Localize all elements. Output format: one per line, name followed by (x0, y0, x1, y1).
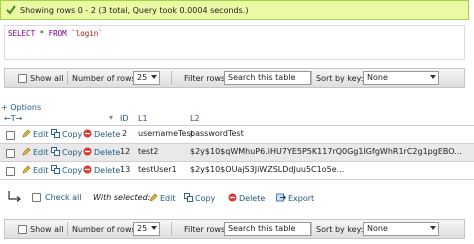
edit-link[interactable]: Edit (22, 165, 49, 176)
divider (311, 71, 312, 85)
sql-star: * (39, 29, 45, 38)
edit-link[interactable]: Edit (22, 129, 49, 140)
column-header-l2[interactable]: L2 (190, 114, 200, 123)
table-row: Edit Copy Delete 2 usernameTest password… (0, 126, 474, 143)
delete-link[interactable]: Delete (83, 165, 120, 176)
show-all-checkbox[interactable] (18, 225, 27, 234)
with-selected-label: With selected: (93, 193, 151, 202)
copy-icon (51, 129, 60, 140)
delete-icon (83, 129, 92, 140)
delete-icon (83, 165, 92, 176)
sort-by-key-label: Sort by key: (316, 225, 364, 234)
sort-by-key-select[interactable]: None (363, 71, 439, 85)
bulk-actions-bar: Check all With selected: Edit Copy Delet… (0, 186, 474, 208)
pencil-icon (22, 129, 31, 140)
row-checkbox[interactable] (6, 149, 15, 158)
sql-keyword-select: SELECT (8, 29, 36, 38)
edit-link[interactable]: Edit (22, 147, 49, 158)
number-of-rows-select[interactable]: 25 (133, 222, 160, 236)
copy-icon (51, 147, 60, 158)
filter-rows-input[interactable]: Search this table (224, 71, 311, 85)
filter-rows-label: Filter rows: (184, 225, 228, 234)
row-divider (0, 179, 474, 180)
cell-id: 12 (120, 147, 131, 156)
delete-icon (83, 147, 92, 158)
copy-link[interactable]: Copy (51, 147, 82, 158)
copy-icon (51, 165, 60, 176)
sql-query-box[interactable]: SELECT * FROM `login` (4, 25, 465, 60)
navigation-bar-bottom: Show all Number of rows: 25 Filter rows:… (4, 219, 465, 239)
cell-l2: $2y$10$OUajS3JiWZSLDdJuu5C1o5e... (190, 165, 345, 174)
divider (171, 71, 172, 85)
cell-l2: passwordTest (190, 129, 244, 138)
table-row: Edit Copy Delete 13 testUser1 $2y$10$OUa… (0, 162, 474, 179)
show-all-label: Show all (30, 225, 64, 234)
delete-link[interactable]: Delete (83, 147, 120, 158)
divider (171, 222, 172, 236)
show-all-checkbox[interactable] (18, 74, 27, 83)
chevron-down-icon (430, 226, 436, 230)
filter-rows-label: Filter rows: (184, 74, 228, 83)
table-row: Edit Copy Delete 12 test2 $2y$10$qWMhuP6… (0, 144, 474, 161)
checkmark-icon (5, 5, 16, 16)
sort-arrow-icon: ▾ (109, 113, 114, 122)
sql-table-name: `login` (71, 29, 103, 38)
column-header-id[interactable]: ID (120, 114, 129, 123)
divider (311, 222, 312, 236)
cell-l1: test2 (138, 147, 159, 156)
cell-l2: $2y$10$qWMhuP6.iHU7YE5P5K117rQ0Gg1IGfgWh… (190, 147, 462, 156)
check-all-label[interactable]: Check all (45, 193, 82, 202)
bulk-export-button[interactable]: Export (276, 193, 314, 204)
export-icon (276, 193, 287, 204)
cell-id: 2 (122, 129, 128, 138)
sort-by-key-select[interactable]: None (363, 222, 439, 236)
options-link[interactable]: + Options (1, 103, 41, 112)
cell-l1: usernameTest (138, 129, 194, 138)
cell-id: 13 (120, 165, 131, 174)
divider (67, 222, 68, 236)
copy-link[interactable]: Copy (51, 165, 82, 176)
row-checkbox[interactable] (6, 131, 15, 140)
chevron-down-icon (151, 226, 157, 230)
success-banner: Showing rows 0 - 2 (3 total, Query took … (0, 0, 469, 20)
copy-link[interactable]: Copy (51, 129, 82, 140)
check-all-arrow-icon (8, 190, 22, 204)
pencil-icon (149, 193, 158, 204)
number-of-rows-label: Number of rows: (72, 225, 139, 234)
pencil-icon (22, 147, 31, 158)
cell-l1: testUser1 (138, 165, 177, 174)
copy-icon (184, 193, 193, 204)
column-arrows[interactable]: ←T→ (4, 114, 22, 123)
check-all-checkbox[interactable] (32, 193, 41, 202)
sql-keyword-from: FROM (48, 29, 67, 38)
chevron-down-icon (151, 75, 157, 79)
navigation-bar-top: Show all Number of rows: 25 Filter rows:… (4, 68, 465, 88)
table-header: ←T→ ▾ ID L1 L2 (0, 112, 474, 125)
delete-link[interactable]: Delete (83, 129, 120, 140)
number-of-rows-label: Number of rows: (72, 74, 139, 83)
chevron-down-icon (430, 75, 436, 79)
row-checkbox[interactable] (6, 167, 15, 176)
pencil-icon (22, 165, 31, 176)
number-of-rows-select[interactable]: 25 (133, 71, 160, 85)
bulk-edit-button[interactable]: Edit (149, 193, 176, 204)
success-message: Showing rows 0 - 2 (3 total, Query took … (20, 5, 249, 15)
bulk-copy-button[interactable]: Copy (184, 193, 215, 204)
bulk-delete-button[interactable]: Delete (228, 193, 265, 204)
sort-by-key-label: Sort by key: (316, 74, 364, 83)
show-all-label: Show all (30, 74, 64, 83)
filter-rows-input[interactable]: Search this table (224, 222, 311, 236)
divider (67, 71, 68, 85)
column-header-l1[interactable]: L1 (138, 114, 148, 123)
delete-icon (228, 193, 237, 204)
